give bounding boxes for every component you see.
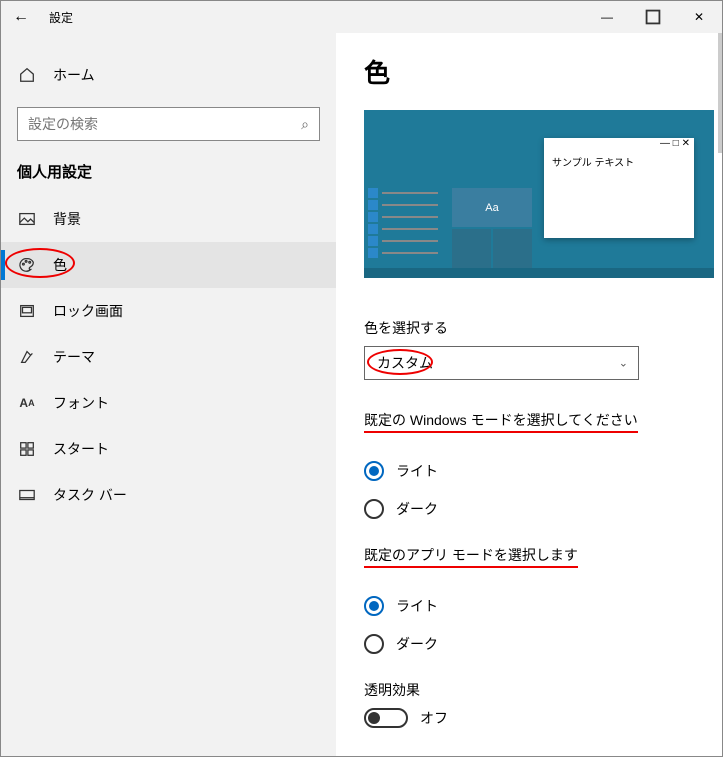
radio-icon <box>364 461 384 481</box>
app-mode-label: 既定のアプリ モードを選択します <box>364 545 578 568</box>
sidebar-item-taskbar[interactable]: タスク バー <box>1 472 336 518</box>
sidebar-item-start[interactable]: スタート <box>1 426 336 472</box>
windows-mode-light-radio[interactable]: ライト <box>364 461 694 481</box>
choose-color-dropdown[interactable]: カスタム ⌄ <box>364 346 639 380</box>
main-content: 色 Aa — □ ✕ サンプル テキスト <box>336 33 722 756</box>
home-icon <box>17 65 37 85</box>
lockscreen-icon <box>17 301 37 321</box>
sidebar-item-label: タスク バー <box>53 485 127 505</box>
scrollbar[interactable] <box>718 33 722 153</box>
maximize-button[interactable] <box>630 1 676 33</box>
radio-label: ライト <box>396 461 438 481</box>
search-input[interactable] <box>28 116 301 132</box>
sidebar-item-fonts[interactable]: AA フォント <box>1 380 336 426</box>
windows-mode-label: 既定の Windows モードを選択してください <box>364 410 638 433</box>
preview-window-text: サンプル テキスト <box>552 154 686 169</box>
transparency-label: 透明効果 <box>364 680 694 700</box>
choose-color-label: 色を選択する <box>364 318 694 338</box>
sidebar-item-themes[interactable]: テーマ <box>1 334 336 380</box>
radio-label: ダーク <box>396 499 438 519</box>
font-icon: AA <box>17 393 37 413</box>
start-icon <box>17 439 37 459</box>
toggle-switch <box>364 708 408 728</box>
close-button[interactable]: ✕ <box>676 1 722 33</box>
sidebar-item-label: 背景 <box>53 209 81 229</box>
radio-label: ライト <box>396 596 438 616</box>
app-mode-dark-radio[interactable]: ダーク <box>364 634 694 654</box>
minimize-button[interactable]: — <box>584 1 630 33</box>
page-title: 色 <box>364 53 694 90</box>
sidebar-item-colors[interactable]: 色 <box>1 242 336 288</box>
chevron-down-icon: ⌄ <box>619 357 628 370</box>
sidebar-section-title: 個人用設定 <box>1 161 336 196</box>
transparency-toggle[interactable]: オフ <box>364 708 694 728</box>
search-input-wrap[interactable]: ⌕ <box>17 107 320 141</box>
app-mode-light-radio[interactable]: ライト <box>364 596 694 616</box>
color-preview: Aa — □ ✕ サンプル テキスト <box>364 110 714 278</box>
sidebar: ホーム ⌕ 個人用設定 背景 色 <box>1 33 336 756</box>
preview-window: — □ ✕ サンプル テキスト <box>544 138 694 238</box>
radio-label: ダーク <box>396 634 438 654</box>
sidebar-home[interactable]: ホーム <box>1 53 336 97</box>
sidebar-item-label: フォント <box>53 393 109 413</box>
back-button[interactable]: ← <box>1 8 41 26</box>
sidebar-item-label: ロック画面 <box>53 301 123 321</box>
windows-mode-dark-radio[interactable]: ダーク <box>364 499 694 519</box>
search-icon: ⌕ <box>301 116 309 133</box>
titlebar: ← 設定 — ✕ <box>1 1 722 33</box>
sidebar-item-label: スタート <box>53 439 109 459</box>
sidebar-item-lockscreen[interactable]: ロック画面 <box>1 288 336 334</box>
palette-icon <box>17 255 37 275</box>
window-title: 設定 <box>49 9 73 26</box>
sidebar-home-label: ホーム <box>53 65 95 85</box>
preview-list <box>368 188 438 260</box>
preview-tile-aa: Aa <box>452 188 532 227</box>
sidebar-item-label: テーマ <box>53 347 95 367</box>
preview-tiles: Aa <box>452 188 532 268</box>
picture-icon <box>17 209 37 229</box>
radio-icon <box>364 596 384 616</box>
taskbar-icon <box>17 485 37 505</box>
theme-icon <box>17 347 37 367</box>
toggle-value: オフ <box>420 708 448 728</box>
radio-icon <box>364 499 384 519</box>
sidebar-item-background[interactable]: 背景 <box>1 196 336 242</box>
radio-icon <box>364 634 384 654</box>
choose-color-value: カスタム <box>377 353 433 373</box>
sidebar-item-label: 色 <box>53 255 67 275</box>
